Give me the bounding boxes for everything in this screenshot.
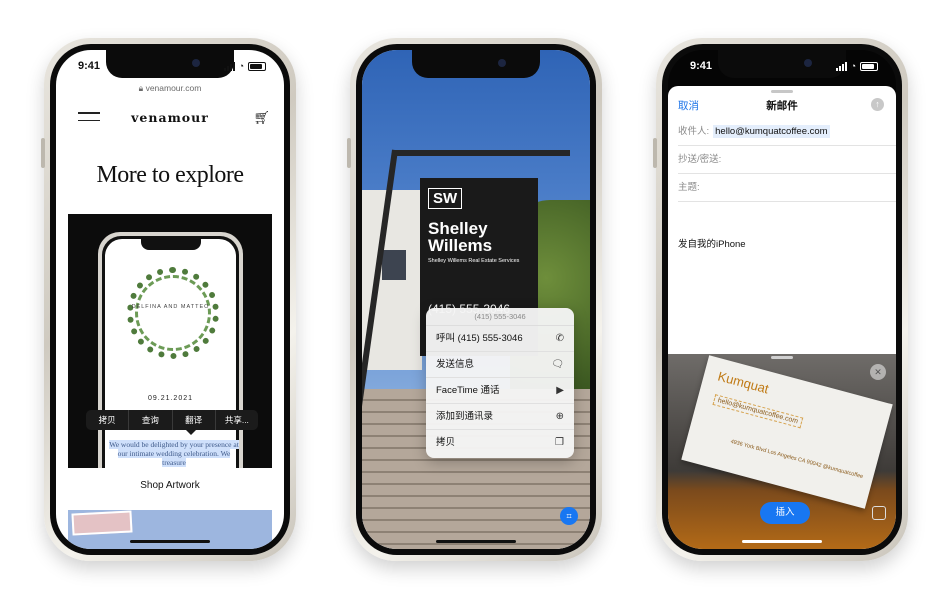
phone-icon: ✆ <box>555 333 564 344</box>
popup-header: (415) 555-3046 <box>426 308 574 326</box>
page-heading: More to explore <box>96 162 244 188</box>
wifi-icon: ◔ <box>850 61 856 71</box>
insert-button[interactable]: 插入 <box>760 502 810 524</box>
battery-icon <box>248 61 266 71</box>
live-text-icon[interactable]: ⌗ <box>560 507 578 525</box>
home-indicator[interactable] <box>130 540 210 543</box>
card-email: hello@kumquatcoffee.com <box>712 394 804 429</box>
side-button <box>347 138 351 168</box>
live-text-popup: (415) 555-3046 呼叫 (415) 555-3046 ✆ 发送信息 🗨︎… <box>426 308 574 458</box>
side-button <box>653 138 657 168</box>
subject-field[interactable]: 主题: <box>678 174 896 202</box>
compose-title: 新邮件 <box>766 100 798 112</box>
house <box>362 190 422 370</box>
sign-subtitle: Shelley Willems Real Estate Services <box>428 258 520 264</box>
product-image[interactable] <box>68 510 272 549</box>
action-add-contact[interactable]: 添加到通讯录 ⊕ <box>426 404 574 430</box>
sign-initials: SW <box>428 188 463 209</box>
phone-camera: SW Shelley Willems Shelley Willems Real … <box>347 38 602 561</box>
to-field[interactable]: 收件人: hello@kumquatcoffee.com <box>678 118 896 146</box>
video-icon: ▶ <box>556 385 564 396</box>
phone-mail: 9:41 ◔ 取消 新邮件 ↑ 收件人: hello@kumquatcoffee.… <box>653 38 908 561</box>
invite-date: 09.21.2021 <box>147 395 194 402</box>
action-copy[interactable]: 拷贝 ❐ <box>426 430 574 456</box>
clock: 9:41 <box>78 60 101 72</box>
address-bar[interactable]: 🔒︎ venamour.com <box>56 83 284 94</box>
cart-icon[interactable]: 🛒︎ <box>253 110 270 126</box>
side-button <box>41 138 45 168</box>
stage: 9:41 ◔ 🔒︎ venamour.com venamour 🛒︎ More … <box>0 0 949 591</box>
notch <box>412 50 540 78</box>
camera-screen: SW Shelley Willems Shelley Willems Real … <box>362 50 590 549</box>
safari-screen: 9:41 ◔ 🔒︎ venamour.com venamour 🛒︎ More … <box>56 50 284 549</box>
artwork-image[interactable]: DELFINA AND MATTEO 09.21.2021 拷贝 查询 翻译 共… <box>68 214 272 468</box>
sheet-grabber[interactable] <box>771 90 793 93</box>
clock: 9:41 <box>690 60 713 72</box>
action-call[interactable]: 呼叫 (415) 555-3046 ✆ <box>426 326 574 352</box>
action-message[interactable]: 发送信息 🗨︎ <box>426 352 574 378</box>
invitation-phone-image: DELFINA AND MATTEO 09.21.2021 <box>98 232 243 468</box>
battery-icon <box>860 61 878 71</box>
menu-copy[interactable]: 拷贝 <box>86 410 130 430</box>
contact-add-icon: ⊕ <box>555 411 564 422</box>
cc-field[interactable]: 抄送/密送: <box>678 146 896 174</box>
selected-text: We would be delighted by your presence a… <box>109 440 239 467</box>
phone-safari: 9:41 ◔ 🔒︎ venamour.com venamour 🛒︎ More … <box>41 38 296 561</box>
url-text: venamour.com <box>145 83 202 93</box>
card-address: 4936 York Blvd Los Angeles CA 90042 @kum… <box>729 438 864 481</box>
signal-icon <box>223 61 235 71</box>
copy-icon: ❐ <box>555 437 564 448</box>
site-logo[interactable]: venamour <box>56 110 284 125</box>
home-indicator[interactable] <box>436 540 516 543</box>
scan-text-icon[interactable] <box>872 506 886 520</box>
invite-names: DELFINA AND MATTEO <box>131 304 210 310</box>
send-icon[interactable]: ↑ <box>871 98 884 111</box>
message-icon: 🗨︎ <box>551 359 564 370</box>
menu-lookup[interactable]: 查询 <box>129 410 173 430</box>
shop-artwork-link[interactable]: Shop Artwork <box>56 480 284 491</box>
menu-share[interactable]: 共享... <box>216 410 258 430</box>
mail-body[interactable]: 发自我的iPhone <box>678 236 746 250</box>
text-context-menu: 拷贝 查询 翻译 共享... <box>86 410 258 435</box>
to-value[interactable]: hello@kumquatcoffee.com <box>713 125 830 138</box>
menu-translate[interactable]: 翻译 <box>173 410 216 430</box>
close-icon[interactable]: ✕ <box>870 364 886 380</box>
wifi-icon: ◔ <box>238 61 244 71</box>
mail-screen: 9:41 ◔ 取消 新邮件 ↑ 收件人: hello@kumquatcoffee.… <box>668 50 896 549</box>
compose-header: 取消 新邮件 ↑ <box>668 98 896 118</box>
home-indicator[interactable] <box>742 540 822 543</box>
sign-name: Shelley Willems <box>428 219 493 255</box>
scan-grabber[interactable] <box>771 356 793 359</box>
signal-icon <box>835 61 847 71</box>
status-bar: 9:41 ◔ <box>668 58 896 76</box>
card-brand: Kumquat <box>716 368 771 397</box>
status-bar: 9:41 ◔ <box>56 58 284 76</box>
action-facetime[interactable]: FaceTime 通话 ▶ <box>426 378 574 404</box>
